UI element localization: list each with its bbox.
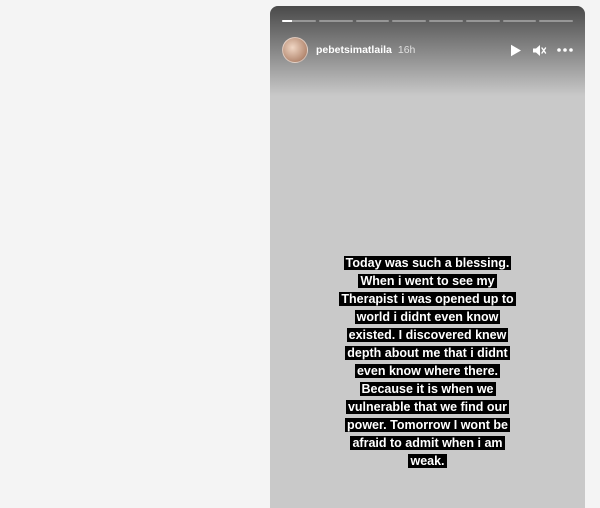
progress-segment xyxy=(502,20,537,22)
story-controls xyxy=(510,44,573,57)
username[interactable]: pebetsimatlaila xyxy=(316,44,392,56)
story-progress-bar xyxy=(282,20,573,22)
progress-segment xyxy=(392,20,426,22)
caption-text: Today was such a blessing. When i went t… xyxy=(339,256,516,468)
story-caption: Today was such a blessing. When i went t… xyxy=(270,254,585,470)
progress-segment xyxy=(318,20,353,22)
more-icon[interactable] xyxy=(557,48,573,52)
avatar[interactable] xyxy=(282,37,308,63)
progress-segment xyxy=(539,20,573,22)
progress-segment xyxy=(465,20,500,22)
story-header: pebetsimatlaila 16h xyxy=(282,34,573,66)
progress-segment xyxy=(282,20,316,22)
progress-segment xyxy=(429,20,463,22)
play-icon[interactable] xyxy=(510,44,522,57)
story-viewer[interactable]: pebetsimatlaila 16h Today was such a ble… xyxy=(270,6,585,508)
time-ago: 16h xyxy=(397,44,416,56)
progress-fill xyxy=(282,20,293,22)
progress-segment xyxy=(355,20,390,22)
volume-icon[interactable] xyxy=(532,44,547,57)
